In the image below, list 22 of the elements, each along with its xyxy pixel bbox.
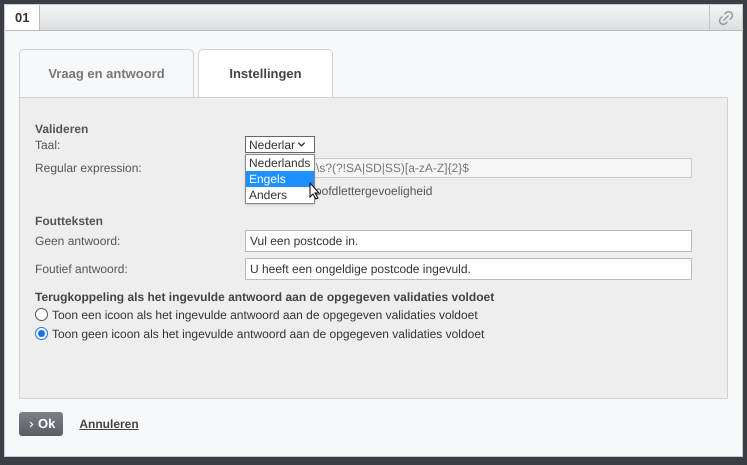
chevron-right-icon: [27, 420, 36, 428]
section-heading: Valideren: [35, 122, 90, 137]
checkbox-label: oofdlettergevoeligheid: [315, 183, 432, 200]
section-heading: Foutteksten: [35, 214, 104, 229]
radio-label: Toon geen icoon als het ingevulde antwoord aan de opgegeven validaties voldoet: [52, 326, 484, 342]
tab[interactable]: Instellingen: [198, 49, 333, 97]
field-label: Geen antwoord:: [35, 233, 122, 250]
radio-button[interactable]: [35, 308, 48, 321]
field-label: Taal:: [35, 136, 62, 154]
text-field[interactable]: Vul een postcode in.: [245, 230, 692, 252]
window-title: 01: [5, 5, 40, 30]
ok-button[interactable]: Ok: [19, 412, 64, 436]
section-heading: Terugkoppeling als het ingevulde antwoord aan de opgegeven validaties voldoet: [35, 290, 496, 305]
text-field[interactable]: U heeft een ongeldige postcode ingevuld.: [245, 258, 692, 280]
field-label: Regular expression:: [35, 160, 143, 177]
cancel-link[interactable]: Annuleren: [79, 415, 139, 433]
radio-label: Toon een icoon als het ingevulde antwoord aan de opgegeven validaties voldoet: [52, 306, 478, 324]
field-label: Foutief antwoord:: [35, 261, 129, 278]
radio-button[interactable]: [35, 327, 48, 340]
language-select[interactable]: Nederlar: [245, 136, 315, 153]
tab[interactable]: Vraag en antwoord: [19, 49, 194, 97]
dropdown-option[interactable]: Nederlands: [246, 155, 314, 171]
